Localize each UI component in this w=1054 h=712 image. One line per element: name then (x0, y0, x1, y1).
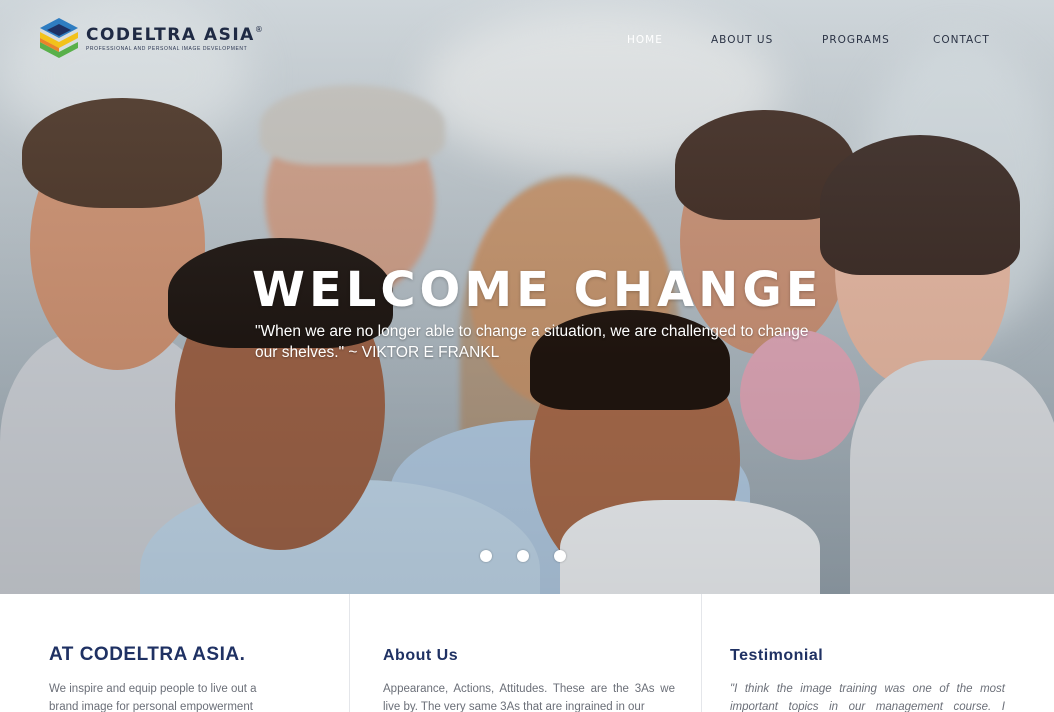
column-about-us: About Us Appearance, Actions, Attitudes.… (383, 594, 675, 712)
column-testimonial-text: "I think the image training was one of t… (730, 683, 1005, 712)
column-testimonial-title: Testimonial (730, 647, 824, 664)
column-about-us-title: About Us (383, 647, 459, 664)
column-codeltra-text: We inspire and equip people to live out … (49, 683, 257, 712)
nav-home[interactable]: HOME (627, 34, 663, 46)
hero-banner: CODELTRA ASIA® PROFESSIONAL AND PERSONAL… (0, 0, 1054, 594)
slider-dot-1[interactable] (480, 550, 492, 562)
nav-contact[interactable]: CONTACT (933, 34, 990, 46)
slider-dots (480, 550, 566, 562)
column-testimonial: Testimonial "I think the image training … (730, 594, 1005, 712)
column-divider (701, 594, 702, 712)
column-about-us-text: Appearance, Actions, Attitudes. These ar… (383, 683, 675, 712)
column-codeltra-title: AT CODELTRA ASIA. (49, 644, 246, 665)
hero-quote: "When we are no longer able to change a … (255, 323, 809, 361)
intro-columns: AT CODELTRA ASIA. We inspire and equip p… (0, 594, 1054, 712)
main-nav: HOME ABOUT US PROGRAMS CONTACT (0, 34, 1054, 48)
hero-title: WELCOME CHANGE (252, 262, 823, 318)
slider-dot-2[interactable] (517, 550, 529, 562)
slider-dot-3[interactable] (554, 550, 566, 562)
nav-programs[interactable]: PROGRAMS (822, 34, 890, 46)
column-divider (349, 594, 350, 712)
column-codeltra: AT CODELTRA ASIA. We inspire and equip p… (49, 594, 299, 712)
nav-about-us[interactable]: ABOUT US (711, 34, 773, 46)
